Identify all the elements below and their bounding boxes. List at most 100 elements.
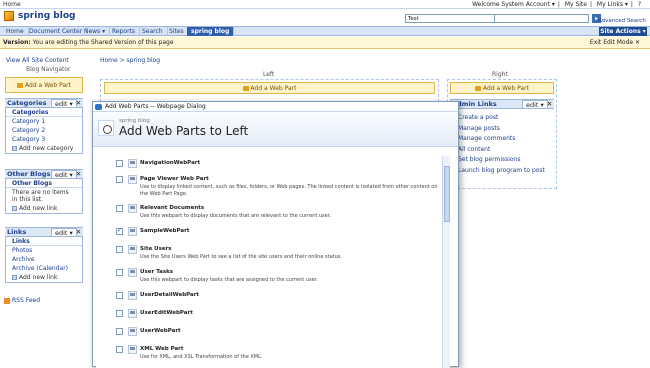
manage-posts-link[interactable]: Manage posts <box>449 124 553 135</box>
web-part-name: UserEditWebPart <box>140 310 193 316</box>
web-part-icon <box>128 309 137 318</box>
web-part-checkbox[interactable] <box>116 227 123 235</box>
help-icon[interactable]: ? <box>638 1 641 8</box>
web-part-icon <box>128 175 137 184</box>
list-item[interactable]: Category 3 <box>6 135 82 144</box>
top-bar: Home Welcome System Account ▾ | My Site | … <box>0 0 650 9</box>
empty-list-text: There are no items in this list. <box>12 189 69 203</box>
create-post-link[interactable]: Create a post <box>449 113 553 124</box>
add-web-part-icon <box>242 86 249 91</box>
web-part-checkbox[interactable] <box>116 269 123 276</box>
web-part-checkbox[interactable] <box>116 292 123 299</box>
top-nav: Home Document Center News ▾ Reports Sear… <box>0 26 650 36</box>
web-part-name: Site Users <box>140 246 172 252</box>
launch-blog-program-link[interactable]: Launch blog program to post <box>449 166 553 177</box>
add-new-link[interactable]: Add new link <box>6 273 82 282</box>
dialog-titlebar: Add Web Parts -- Webpage Dialog <box>93 102 458 112</box>
categories-webpart: Categories edit ▾ ✕ Categories Category … <box>5 98 83 154</box>
tab-sites[interactable]: Sites <box>165 27 189 36</box>
browser-icon <box>95 104 102 110</box>
add-icon <box>12 206 17 211</box>
list-item[interactable]: Photos <box>6 246 82 255</box>
list-item[interactable]: Category 2 <box>6 126 82 135</box>
rss-feed-link[interactable]: RSS Feed <box>4 297 40 304</box>
admin-links-title: Admin Links edit ▾ ✕ <box>450 99 554 109</box>
site-title[interactable]: spring blog <box>18 11 75 21</box>
dialog-header: spring blog Add Web Parts to Left <box>93 113 458 147</box>
add-web-part-icon <box>17 83 24 88</box>
zone-right-label: Right <box>492 71 508 78</box>
web-part-description: Use for XML, and XSL Transformation of t… <box>140 354 263 360</box>
categories-edit-menu[interactable]: edit ▾ <box>51 99 77 108</box>
dialog-title: Add Web Parts to Left <box>119 124 249 138</box>
other-blogs-title: Other Blogs edit ▾ ✕ <box>5 169 83 179</box>
add-new-link[interactable]: Add new link <box>6 204 82 213</box>
set-blog-permissions-link[interactable]: Set blog permissions <box>449 155 553 166</box>
view-all-site-content-link[interactable]: View All Site Content <box>6 57 69 64</box>
links-webpart: Links edit ▾ ✕ Links Photos Archive Arch… <box>5 227 83 283</box>
list-item[interactable]: Archive <box>6 255 82 264</box>
tab-spring-blog[interactable]: spring blog <box>187 27 235 36</box>
other-blogs-subhead: Other Blogs <box>6 179 82 188</box>
search-input[interactable] <box>494 14 589 23</box>
links-body: Links Photos Archive Archive (Calendar) … <box>5 237 83 283</box>
rss-icon <box>4 297 10 304</box>
list-item[interactable]: Archive (Calendar) <box>6 264 82 273</box>
admin-links-list: Create a post Manage posts Manage commen… <box>449 113 553 176</box>
web-part-checkbox[interactable] <box>116 205 123 212</box>
list-item[interactable]: Category 1 <box>6 117 82 126</box>
close-icon[interactable]: ✕ <box>75 170 82 179</box>
tab-search[interactable]: Search <box>138 27 168 36</box>
admin-links-edit-menu[interactable]: edit ▾ <box>522 100 548 109</box>
close-icon[interactable]: ✕ <box>546 100 553 109</box>
web-part-icon <box>128 245 137 254</box>
scrollbar-thumb[interactable] <box>444 166 450 222</box>
version-text: You are editing the Shared Version of th… <box>32 39 174 46</box>
tab-news[interactable]: News ▾ <box>80 27 111 36</box>
version-bar: Version: You are editing the Shared Vers… <box>0 37 650 49</box>
add-icon <box>12 146 17 151</box>
my-links-menu[interactable]: My Links ▾ <box>597 1 628 8</box>
web-part-description: Use this webpart to display tasks that a… <box>140 277 318 283</box>
web-part-checkbox[interactable] <box>116 310 123 317</box>
left-nav-add-web-part[interactable]: Add a Web Part <box>5 77 83 93</box>
exit-edit-mode-link[interactable]: Exit Edit Mode ✕ <box>590 37 640 49</box>
folder-icon <box>128 204 137 213</box>
web-part-checkbox[interactable] <box>116 246 123 253</box>
add-new-category-link[interactable]: Add new category <box>6 144 82 153</box>
dialog-scrollbar[interactable] <box>442 156 450 368</box>
tab-document-center[interactable]: Document Center <box>25 27 88 36</box>
my-site-link[interactable]: My Site <box>565 1 587 8</box>
welcome-menu[interactable]: Welcome System Account ▾ <box>472 1 555 8</box>
web-part-list: NavigationWebPart Page Viewer Web Part U… <box>96 156 448 368</box>
close-icon[interactable]: ✕ <box>75 99 82 108</box>
left-zone-add-web-part[interactable]: Add a Web Part <box>104 82 435 94</box>
site-actions-menu[interactable]: Site Actions ▾ <box>599 27 647 36</box>
links-subhead: Links <box>6 237 82 246</box>
tab-reports[interactable]: Reports <box>108 27 141 36</box>
right-zone-add-web-part[interactable]: Add a Web Part <box>450 82 554 94</box>
close-icon[interactable]: ✕ <box>75 228 82 237</box>
web-part-icon <box>128 268 137 277</box>
web-part-description: Use to display linked content, such as f… <box>140 184 438 197</box>
web-part-name: NavigationWebPart <box>140 160 201 166</box>
manage-comments-link[interactable]: Manage comments <box>449 134 553 145</box>
web-part-checkbox[interactable] <box>116 176 123 183</box>
other-blogs-edit-menu[interactable]: edit ▾ <box>51 170 77 179</box>
breadcrumb[interactable]: Home > spring blog <box>100 57 160 64</box>
site-logo-icon <box>4 11 14 21</box>
web-part-icon <box>128 345 137 354</box>
home-link[interactable]: Home <box>3 1 21 8</box>
web-parts-icon <box>98 120 114 136</box>
search-scope-select[interactable]: Test <box>405 14 495 23</box>
add-web-parts-dialog: Add Web Parts -- Webpage Dialog spring b… <box>92 101 459 368</box>
web-part-checkbox[interactable] <box>116 346 123 353</box>
web-part-name: UserWebPart <box>140 328 181 334</box>
advanced-search-link[interactable]: Advanced Search <box>598 18 646 24</box>
web-part-checkbox[interactable] <box>116 328 123 335</box>
web-part-description: Use the Site Users Web Part to see a lis… <box>140 254 342 260</box>
links-edit-menu[interactable]: edit ▾ <box>51 228 77 237</box>
web-part-checkbox[interactable] <box>116 160 123 167</box>
site-header: spring blog Test ▸ <box>0 9 650 26</box>
all-content-link[interactable]: All content <box>449 145 553 156</box>
